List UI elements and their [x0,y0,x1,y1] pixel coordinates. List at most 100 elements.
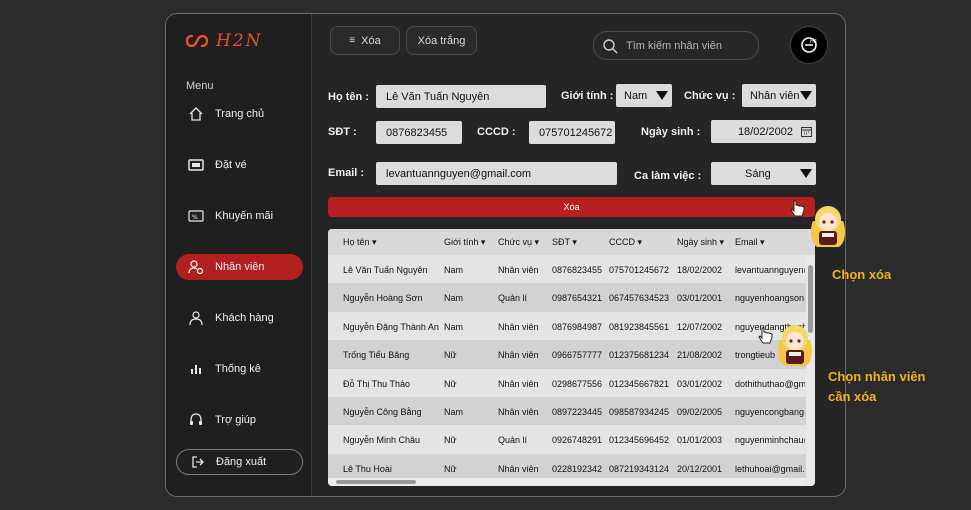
cell-email: nguyenminhchau@ [735,435,805,446]
sidebar-item-label: Đặt vé [215,159,247,171]
table-row[interactable]: Nguyễn Công Bằng Nam Nhân viên 0897223445 09… [328,397,806,426]
sidebar-item-customers[interactable]: Khách hàng [176,305,303,331]
employee-table: Họ tên ▾ Giới tính ▾ Chức vụ ▾ SĐT ▾ CCC… [328,229,815,486]
table-row[interactable]: Nguyễn Minh Châu Nữ Quản lí 0926748291 01234… [328,425,806,453]
cell-dob: 21/08/2002 [677,350,723,361]
cell-phone: 0987654321 [552,293,603,304]
headset-icon [187,412,204,429]
infinity-logo-icon [186,35,208,47]
dob-picker[interactable]: 18/02/2002 [711,120,816,143]
cell-dob: 03/01/2001 [677,293,723,304]
cell-id: 087219343124 [609,463,670,474]
cell-dob: 01/01/2003 [677,435,723,446]
sidebar: H2N Menu Trang chủ Đặt vé % Khuyến mãi N [166,14,312,496]
cell-id: 075701245672 [609,265,670,275]
dropdown-arrow-icon [656,91,668,100]
cell-gender: Nam [444,321,464,332]
cell-gender: Nam [444,407,464,417]
cell-phone: 0897223445 [552,407,603,417]
column-header-dob[interactable]: Ngày sinh ▾ [677,237,724,248]
column-header-name[interactable]: Họ tên ▾ [343,237,377,248]
avatar[interactable]: H2 [790,26,828,64]
table-header: Họ tên ▾ Giới tính ▾ Chức vụ ▾ SĐT ▾ CCC… [328,229,815,255]
delete-confirm-button[interactable]: Xóa [328,197,815,217]
callout-choose-delete: Chọn xóa [832,267,892,282]
table-row[interactable]: Nguyễn Đặng Thành An Nam Nhân viên 08769849… [328,312,806,340]
search-icon [603,38,618,53]
cell-dob: 09/02/2005 [677,407,723,417]
cell-gender: Nữ [444,350,457,361]
logout-icon [189,454,206,471]
sidebar-item-statistics[interactable]: Thống kê [176,356,303,382]
cell-phone: 0876984987 [552,321,603,332]
gender-value: Nam [624,89,648,102]
menu-lines-icon: ≡ [349,35,356,46]
callout-choose-employee-line2: cần xóa [828,389,877,404]
table-row[interactable]: Lê Văn Tuấn Nguyên Nam Nhân viên 0876823455… [328,255,806,283]
role-label: Chức vụ : [684,90,736,102]
sidebar-item-label: Khách hàng [215,312,274,324]
employee-icon [187,259,204,276]
clear-button-label: Xóa trắng [417,34,466,47]
cell-gender: Nữ [444,378,457,389]
logout-button[interactable]: Đăng xuất [176,449,303,475]
cell-role: Quản lí [498,435,528,446]
delete-button[interactable]: ≡ Xóa [330,26,400,55]
cell-phone: 0298677556 [552,378,603,389]
column-header-phone[interactable]: SĐT ▾ [552,237,577,248]
sidebar-item-booking[interactable]: Đặt vé [176,152,303,178]
phone-label: SĐT : [328,126,357,138]
sidebar-item-promotions[interactable]: % Khuyến mãi [176,203,303,229]
column-header-gender[interactable]: Giới tính ▾ [444,237,485,248]
shift-select[interactable]: Sáng [711,162,816,185]
search-box[interactable] [593,31,759,60]
cell-role: Nhân viên [498,378,539,389]
column-header-email[interactable]: Email ▾ [735,237,765,248]
phone-field[interactable]: 0876823455 [376,121,462,144]
cell-role: Nhân viên [498,265,539,275]
horizontal-scrollbar[interactable] [328,478,806,486]
search-input[interactable] [626,39,746,52]
clear-button[interactable]: Xóa trắng [406,26,477,55]
cell-id: 067457634523 [609,293,670,304]
table-row[interactable]: Nguyễn Hoàng Sơn Nam Quản lí 0987654321 0674… [328,283,806,312]
vertical-scrollbar[interactable] [806,255,815,486]
ticket-icon [187,157,204,174]
email-field[interactable]: levantuannguyen@gmail.com [376,162,617,185]
calendar-icon [801,127,812,137]
cell-role: Nhân viên [498,463,539,474]
sidebar-item-employees[interactable]: Nhân viên [176,254,303,280]
sidebar-item-home[interactable]: Trang chủ [176,101,303,127]
gender-select[interactable]: Nam [616,84,672,107]
sidebar-item-label: Thống kê [215,363,261,375]
cell-dob: 03/01/2002 [677,378,723,389]
user-logo-icon: H2 [801,37,817,53]
sidebar-item-help[interactable]: Trợ giúp [176,407,303,433]
cell-dob: 12/07/2002 [677,321,723,332]
brand-name: H2N [216,31,263,51]
brand-logo[interactable]: H2N [186,31,263,51]
sidebar-item-label: Trợ giúp [215,414,257,426]
cell-phone: 0228192342 [552,463,603,474]
cell-gender: Nữ [444,435,457,446]
cell-gender: Nam [444,293,464,304]
column-header-role[interactable]: Chức vụ ▾ [498,237,539,248]
cell-role: Quản lí [498,293,528,304]
cell-email: dothithuthao@gma [735,378,805,389]
cell-email: nguyencongbang@ [735,407,805,417]
id-field[interactable]: 075701245672 [529,121,615,144]
scrollbar-thumb[interactable] [336,480,416,484]
cell-id: 098587934245 [609,407,670,417]
chibi-character-icon [777,325,813,366]
cell-dob: 20/12/2001 [677,463,723,474]
customer-icon [187,310,204,327]
name-field[interactable]: Lê Văn Tuấn Nguyên [376,85,546,108]
table-row[interactable]: Đỗ Thị Thu Thảo Nữ Nhân viên 0298677556 0123… [328,369,806,397]
cell-gender: Nữ [444,463,457,474]
column-header-id[interactable]: CCCD ▾ [609,237,642,248]
table-row[interactable]: Trống Tiểu Băng Nữ Nhân viên 0966757777 0123… [328,340,806,369]
cell-role: Nhân viên [498,321,539,332]
role-select[interactable]: Nhân viên [742,84,816,107]
cell-email: levantuannguyen@ [735,265,805,275]
id-label: CCCD : [477,126,516,138]
